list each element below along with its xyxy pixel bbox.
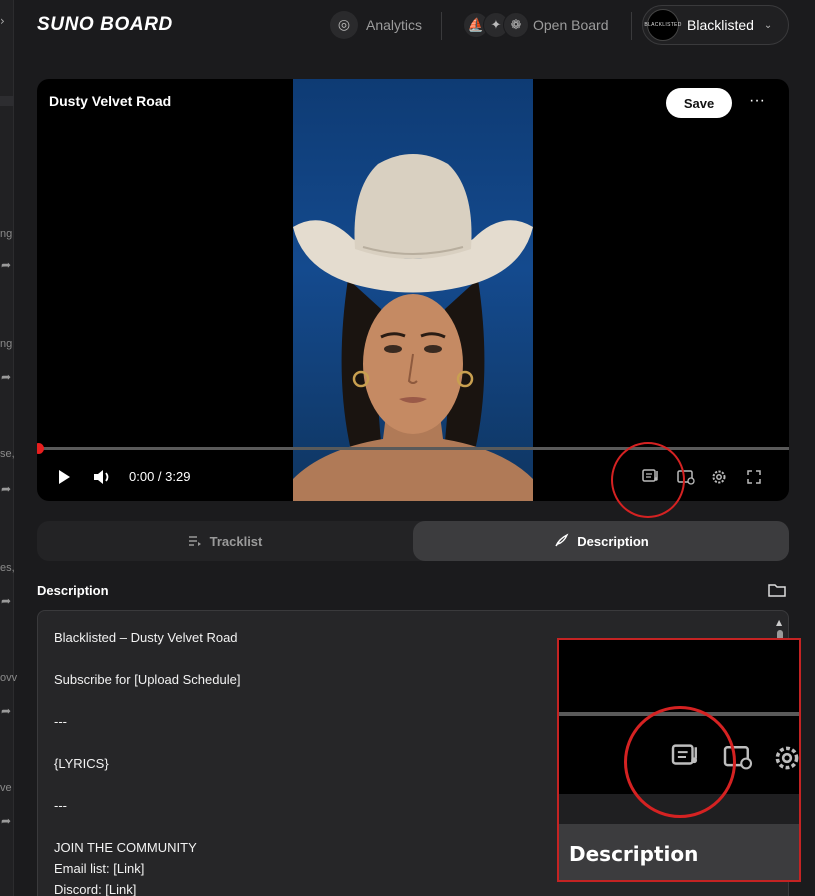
account-menu-button[interactable]: BLACKLISTED Blacklisted ⌄ [642,5,789,45]
ai-tools-icon-stack: ⛵ ✦ ❁ [463,12,529,38]
share-icon[interactable]: ➦ [1,594,11,608]
sidebar-fragment: ovv [0,672,18,684]
folder-icon[interactable] [768,582,786,603]
tracklist-icon [188,536,201,546]
share-icon[interactable]: ➦ [1,258,11,272]
tab-tracklist-label: Tracklist [209,533,263,549]
annotation-circle [611,442,685,518]
sidebar-fragment: ng [0,228,13,240]
play-icon[interactable] [53,465,75,489]
background-sidebar: › ng ➦ ng ➦ se, ➦ es, ➦ ovv ➦ ve ➦ [0,0,18,896]
tab-bar: Tracklist Description [37,521,789,561]
inset-description-label: Description [569,842,699,866]
share-icon[interactable]: ➦ [1,482,11,496]
video-title: Dusty Velvet Road [49,93,172,109]
gear-icon[interactable] [707,465,731,489]
user-name: Blacklisted [687,17,754,33]
sidebar-fragment: se, [0,448,15,460]
fullscreen-icon[interactable] [742,465,766,489]
brand-logo[interactable]: SUNO BOARD [37,14,173,36]
gear-icon [773,744,799,777]
tab-description[interactable]: Description [413,521,789,561]
sidebar-divider [0,96,14,106]
playback-time: 0:00 / 3:29 [129,469,191,484]
description-heading: Description [37,583,109,598]
scroll-up-icon[interactable]: ▲ [776,618,782,627]
nav-divider [631,12,632,40]
analytics-link[interactable]: ◎ Analytics [330,10,422,40]
chevron-down-icon: ⌄ [763,19,773,31]
nav-divider [441,12,442,40]
share-icon[interactable]: ➦ [1,704,11,718]
spiral-icon: ❁ [503,12,529,38]
tab-description-label: Description [577,533,649,549]
progress-bar[interactable] [37,443,789,454]
share-icon[interactable]: ➦ [1,370,11,384]
tab-tracklist[interactable]: Tracklist [37,521,413,561]
annotation-circle [624,706,736,818]
analytics-label: Analytics [366,17,423,33]
sidebar-fragment: es, [0,562,15,574]
analytics-icon: ◎ [330,11,358,39]
zoom-inset: Description [557,638,801,882]
open-board-label: Open Board [533,17,609,33]
progress-scrubber[interactable] [37,443,44,454]
open-board-link[interactable]: ⛵ ✦ ❁ Open Board [463,10,609,40]
cover-art-image [293,79,533,501]
sidebar-fragment: ve [0,782,12,794]
top-bar: SUNO BOARD ◎ Analytics ⛵ ✦ ❁ Open Board … [14,0,815,52]
sidebar-fragment: ng [0,338,13,350]
share-icon[interactable]: ➦ [1,814,11,828]
quill-icon [555,533,569,547]
chevron-right-icon[interactable]: › [0,14,5,28]
save-button[interactable]: Save [666,88,732,118]
volume-icon[interactable] [91,465,115,489]
avatar: BLACKLISTED [644,9,681,41]
more-options-icon[interactable]: ··· [745,91,769,115]
video-player[interactable]: Dusty Velvet Road Save ··· 0:00 / 3:29 [37,79,789,501]
